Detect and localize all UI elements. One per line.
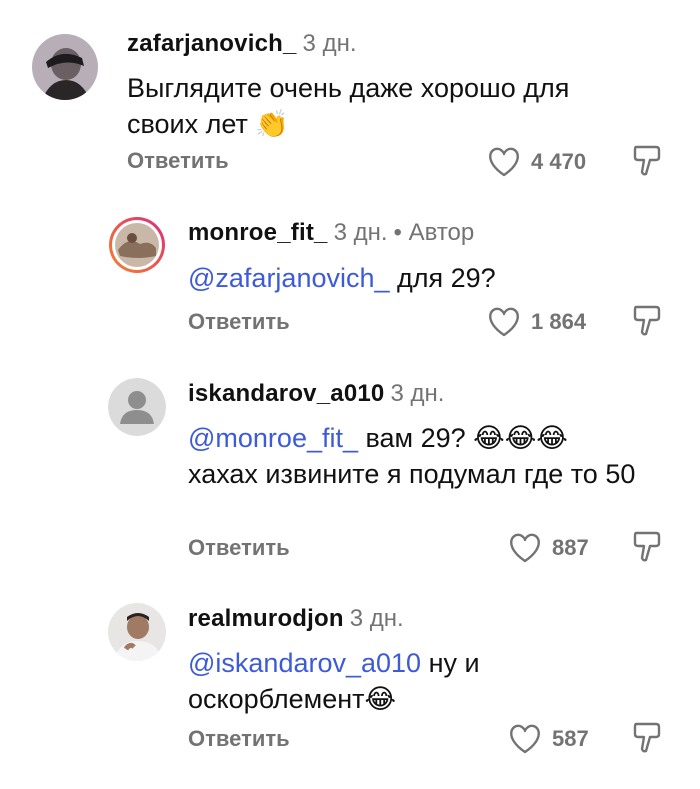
username[interactable]: iskandarov_a010 [188,380,384,407]
comment-text: @zafarjanovich_ для 29? [188,260,648,296]
heart-icon[interactable] [487,307,521,337]
reply-button[interactable]: Ответить [188,726,290,752]
avatar[interactable] [108,603,166,661]
laughing-emoji: 😂😂😂 [473,423,568,453]
heart-icon[interactable] [508,724,542,754]
mention-link[interactable]: @iskandarov_a010 [188,648,421,678]
username[interactable]: realmurodjon [188,605,344,632]
comment-text: @monroe_fit_ вам 29? 😂😂😂 хахах извините … [188,420,658,492]
like-count: 1 864 [531,309,587,334]
comment-text-continued: хахах извините я подумал где то 50 [188,459,636,489]
author-badge: • Автор [393,219,475,246]
comment-text-body: вам 29? [358,423,474,453]
comment-text-body: для 29? [389,263,496,293]
like-count: 4 470 [531,149,587,174]
like-count: 887 [552,535,589,560]
avatar[interactable] [32,34,98,100]
heart-icon[interactable] [487,147,521,177]
mention-link[interactable]: @monroe_fit_ [188,423,358,453]
timestamp: 3 дн. [349,605,404,632]
reply-button[interactable]: Ответить [188,535,290,561]
comment-text-body: Выглядите очень даже хорошо для своих ле… [127,73,570,139]
clap-emoji: 👏 [255,109,290,139]
dislike-icon[interactable] [632,530,662,564]
dislike-icon[interactable] [632,721,662,755]
heart-icon[interactable] [508,533,542,563]
avatar[interactable] [108,216,166,274]
username[interactable]: monroe_fit_ [188,219,328,246]
avatar[interactable] [108,378,166,436]
comment-text: @iskandarov_a010 ну и оскорблемент😂 [188,645,548,717]
timestamp: 3 дн. [302,30,357,57]
timestamp: 3 дн. [390,380,445,407]
comment-text: Выглядите очень даже хорошо для своих ле… [127,70,647,142]
reply-button[interactable]: Ответить [127,148,229,174]
laughing-emoji: 😂 [364,684,397,714]
username[interactable]: zafarjanovich_ [127,30,297,57]
dislike-icon[interactable] [632,304,662,338]
reply-button[interactable]: Ответить [188,309,290,335]
timestamp: 3 дн. [333,219,388,246]
dislike-icon[interactable] [632,144,662,178]
mention-link[interactable]: @zafarjanovich_ [188,263,390,293]
like-count: 587 [552,726,589,751]
